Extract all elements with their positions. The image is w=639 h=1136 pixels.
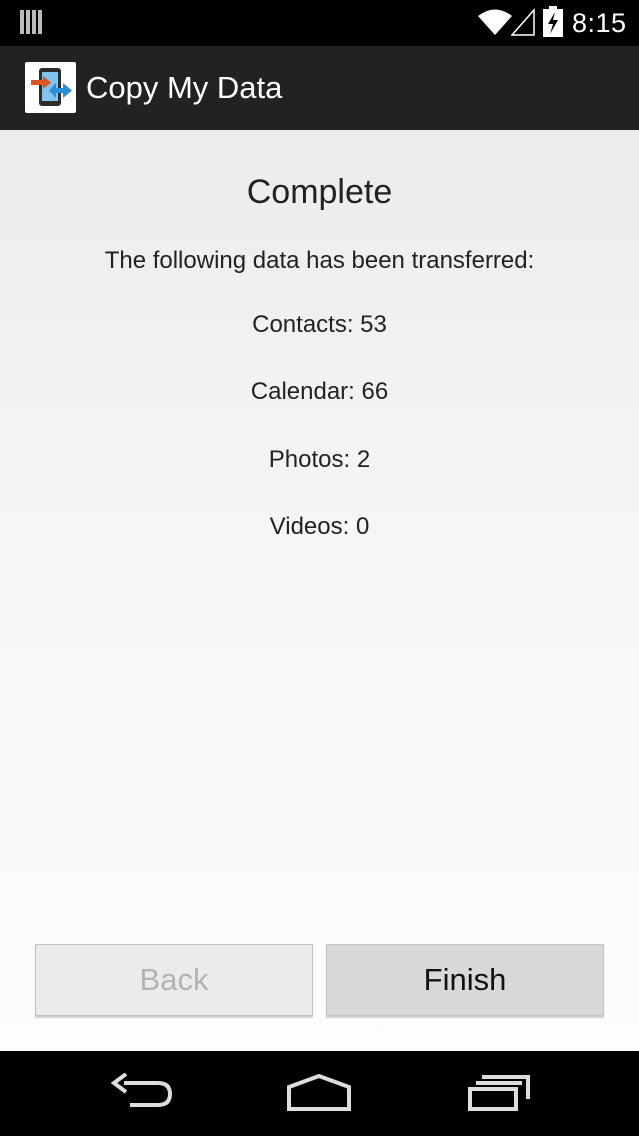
home-nav-icon[interactable]: [285, 1073, 353, 1113]
copy-my-data-app-icon[interactable]: [25, 62, 76, 113]
videos-count: Videos: 0: [269, 513, 370, 540]
finish-button[interactable]: Finish: [326, 944, 604, 1016]
status-bar: 8:15: [0, 0, 639, 46]
photos-count: Photos: 2: [268, 446, 371, 473]
recents-nav-icon[interactable]: [466, 1073, 532, 1113]
page-title: Complete: [246, 173, 393, 211]
contacts-count: Contacts: 53: [252, 311, 387, 338]
action-bar: Copy My Data: [0, 46, 639, 130]
main-content: Complete The following data has been tra…: [0, 130, 639, 1051]
calendar-count: Calendar: 66: [250, 378, 389, 405]
notification-icon: [20, 10, 42, 34]
wifi-icon: [478, 9, 512, 35]
clock: 8:15: [572, 8, 627, 38]
transfer-summary-intro: The following data has been transferred:: [104, 247, 535, 274]
signal-icon: [511, 8, 535, 36]
phone-transfer-icon: [31, 68, 72, 106]
battery-charging-icon: [543, 6, 563, 37]
back-button[interactable]: Back: [35, 944, 313, 1016]
navigation-bar: [0, 1051, 639, 1136]
back-nav-icon[interactable]: [110, 1073, 174, 1113]
app-title: Copy My Data: [86, 70, 283, 105]
